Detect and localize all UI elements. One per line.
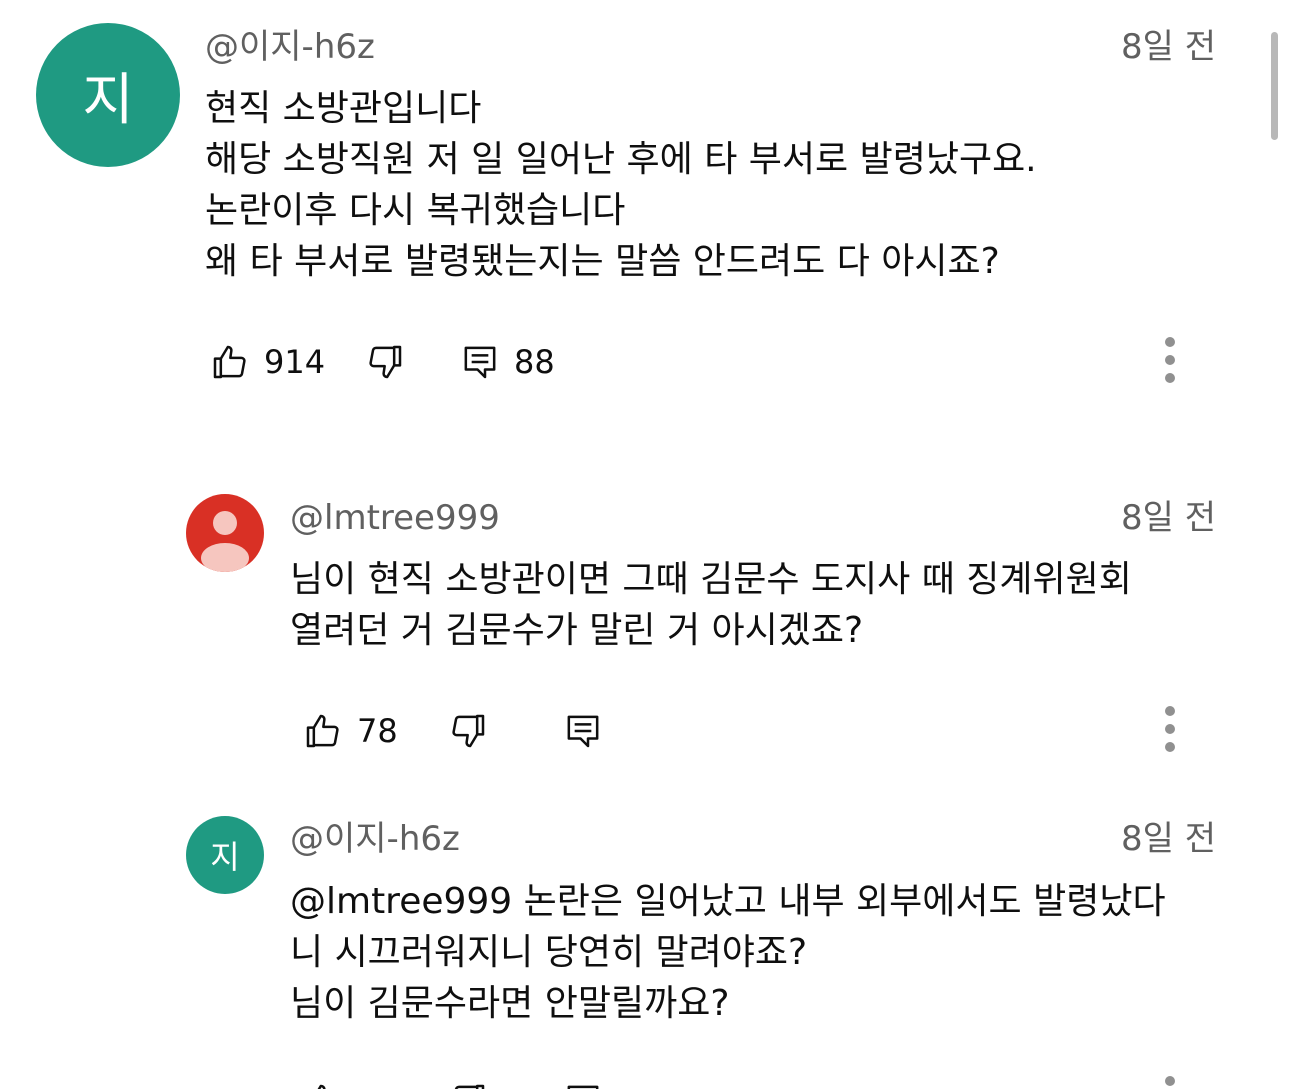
- comment-actions: 914 88: [210, 337, 1210, 387]
- thumbs-up-icon: [213, 345, 246, 379]
- more-options-button[interactable]: [1160, 1076, 1180, 1089]
- comment-author-handle[interactable]: @이지-h6z: [205, 30, 375, 64]
- dislike-button[interactable]: [448, 706, 488, 756]
- reply-button[interactable]: [563, 706, 603, 756]
- avatar[interactable]: 지: [186, 816, 264, 894]
- comment-text: @lmtree999 논란은 일어났고 내부 외부에서도 발령났다 니 시끄러워…: [290, 876, 1166, 1029]
- comment-text-line: 현직 소방관입니다: [205, 88, 482, 129]
- like-button[interactable]: 78: [303, 706, 398, 756]
- avatar-letter: 지: [210, 838, 240, 876]
- reply-comment-icon: [567, 715, 599, 748]
- comment-text-line: 열려던 거 김문수가 말린 거 아시겠죠?: [290, 610, 864, 651]
- comment-author-handle[interactable]: @이지-h6z: [290, 822, 460, 856]
- comment-timestamp: 8일 전: [1121, 27, 1216, 67]
- comment-text-line: 왜 타 부서로 발령됐는지는 말씀 안드려도 다 아시죠?: [205, 241, 1000, 282]
- comment-text-line: 니 시끄러워지니 당연히 말려야죠?: [290, 932, 808, 973]
- thumbs-up-icon: [317, 1084, 326, 1089]
- default-person-icon: [201, 511, 249, 572]
- reply-comment-icon: [464, 346, 496, 379]
- dislike-button[interactable]: [365, 337, 405, 387]
- reply-count: 88: [514, 343, 555, 381]
- thumbs-down-icon: [452, 714, 485, 748]
- comment-text-line: 논란이후 다시 복귀했습니다: [205, 190, 626, 231]
- like-count: 78: [357, 712, 398, 750]
- thumbs-down-icon: [454, 1084, 485, 1089]
- thumbs-down-icon: [369, 345, 402, 379]
- comment-text-line: 님이 김문수라면 안말릴까요?: [290, 983, 730, 1024]
- comment-actions: 78: [303, 706, 1203, 756]
- avatar[interactable]: 지: [36, 23, 180, 167]
- reply-button[interactable]: 88: [460, 337, 555, 387]
- comment-author-handle[interactable]: @lmtree999: [290, 501, 500, 535]
- comment-text: 님이 현직 소방관이면 그때 김문수 도지사 때 징계위원회 열려던 거 김문수…: [290, 554, 1132, 656]
- reply-button[interactable]: [563, 1076, 603, 1089]
- comment-text-line: @lmtree999 논란은 일어났고 내부 외부에서도 발령났다: [290, 881, 1166, 922]
- more-options-button[interactable]: [1160, 337, 1180, 387]
- comment-text-line: 님이 현직 소방관이면 그때 김문수 도지사 때 징계위원회: [290, 559, 1132, 600]
- like-count: 914: [264, 343, 326, 381]
- dislike-button[interactable]: [448, 1076, 488, 1089]
- like-button[interactable]: [303, 1076, 343, 1089]
- avatar[interactable]: [186, 494, 264, 572]
- like-button[interactable]: 914: [210, 337, 325, 387]
- thumbs-up-icon: [306, 714, 339, 748]
- comment-actions: [303, 1076, 1203, 1089]
- comment-timestamp: 8일 전: [1121, 819, 1216, 859]
- comment-text-line: 해당 소방직원 저 일 일어난 후에 타 부서로 발령났구요.: [205, 139, 1037, 180]
- avatar-letter: 지: [82, 67, 134, 133]
- more-options-button[interactable]: [1160, 706, 1180, 756]
- comment-text: 현직 소방관입니다 해당 소방직원 저 일 일어난 후에 타 부서로 발령났구요…: [205, 83, 1037, 287]
- scrollbar[interactable]: [1271, 32, 1278, 140]
- comment-timestamp: 8일 전: [1121, 498, 1216, 538]
- reply-comment-icon: [567, 1085, 599, 1089]
